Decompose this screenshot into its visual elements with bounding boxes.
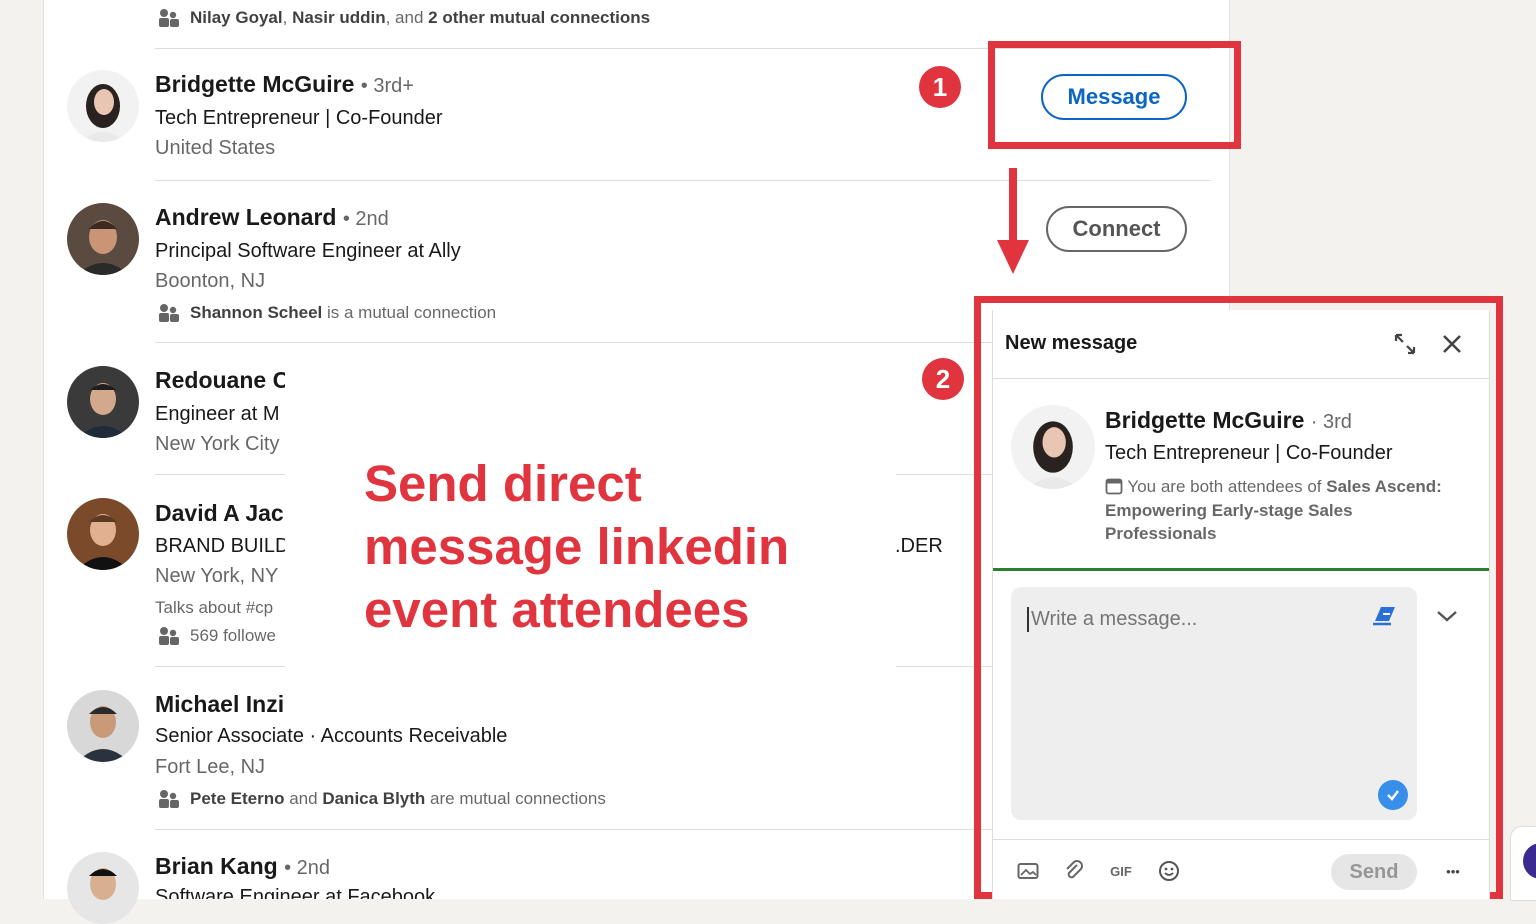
calendar-icon: [1105, 478, 1123, 495]
clipped-profile-text: Redouane C Engineer at M New York City: [155, 366, 285, 462]
person-name[interactable]: Andrew Leonard • 2nd: [155, 204, 389, 231]
person-headline: Software Engineer at Facebook: [155, 886, 436, 899]
person-location: United States: [155, 137, 276, 159]
person-name[interactable]: David A Jac: [155, 500, 284, 527]
person-name[interactable]: Brian Kang • 2nd: [155, 853, 330, 880]
highlight-box-message: [988, 41, 1241, 149]
divider: [155, 666, 285, 667]
chevron-down-icon[interactable]: [1431, 600, 1463, 632]
more-icon[interactable]: •••: [1440, 858, 1466, 884]
person-location: New York, NY: [155, 565, 279, 587]
person-name[interactable]: Michael Inzi: [155, 691, 284, 718]
caption-line: event attendees: [364, 581, 750, 638]
avatar[interactable]: [67, 70, 139, 142]
recipient-avatar[interactable]: [1011, 405, 1095, 489]
extension-icon[interactable]: [1369, 599, 1401, 631]
emoji-icon[interactable]: [1156, 858, 1182, 884]
recipient-name[interactable]: Bridgette McGuire · 3rd: [1105, 407, 1352, 434]
person-headline: Senior Associate · Accounts Receivable: [155, 725, 508, 746]
avatar[interactable]: [67, 690, 139, 762]
shared-event-insight: You are both attendees of Sales Ascend: …: [1105, 477, 1442, 543]
connect-button[interactable]: Connect: [1046, 206, 1187, 252]
image-icon[interactable]: [1015, 858, 1041, 884]
clipped-profile-text: David A Jac BRAND BUILD New York, NY Tal…: [155, 498, 285, 653]
caption-line: Send direct: [364, 455, 642, 512]
new-message-panel: New message Bridgette McGuire · 3rd Tech…: [992, 310, 1490, 899]
avatar[interactable]: [67, 852, 139, 924]
attach-icon[interactable]: [1061, 858, 1087, 884]
mutual-connections-insight: Pete Eterno and Danica Blyth are mutual …: [158, 789, 606, 809]
person-name[interactable]: Redouane C: [155, 367, 285, 394]
people-icon: [159, 9, 179, 27]
people-icon: [159, 790, 179, 808]
person-headline-tail: .DER: [895, 535, 943, 557]
avatar[interactable]: [67, 366, 139, 438]
people-icon: [159, 627, 179, 645]
message-compose-box[interactable]: [1011, 587, 1417, 820]
followers-insight: 569 followe: [158, 626, 276, 646]
divider: [155, 474, 285, 475]
recipient-headline: Tech Entrepreneur | Co-Founder: [1105, 442, 1393, 464]
chat-avatar[interactable]: [1523, 843, 1536, 879]
mutual-connections-insight: Nilay Goyal, Nasir uddin, and 2 other mu…: [158, 8, 650, 28]
clipped-headline: Senior Associate · Accounts Receivable: [155, 722, 535, 746]
caption-line: message linkedin: [364, 518, 790, 575]
recipient-divider: [993, 568, 1489, 571]
compose-toolbar: GIF Send •••: [993, 839, 1489, 900]
expand-icon[interactable]: [1389, 328, 1421, 360]
person-headline: BRAND BUILD: [155, 535, 285, 557]
down-arrow-icon: [997, 168, 1029, 274]
person-name[interactable]: Bridgette McGuire • 3rd+: [155, 71, 414, 98]
caption-overlay: Send direct message linkedin event atten…: [364, 452, 884, 641]
avatar[interactable]: [67, 203, 139, 275]
divider: [155, 180, 1211, 181]
person-location: New York City: [155, 433, 280, 455]
mutual-connections-insight: Shannon Scheel is a mutual connection: [158, 303, 496, 323]
check-icon[interactable]: [1378, 780, 1408, 810]
avatar[interactable]: [67, 498, 139, 570]
people-icon: [159, 304, 179, 322]
person-headline: Tech Entrepreneur | Co-Founder: [155, 107, 443, 129]
clipped-name: Michael Inzi: [155, 690, 285, 720]
step-badge-1: 1: [919, 66, 961, 108]
person-location: Fort Lee, NJ: [155, 756, 266, 778]
chat-bubble-container: [1510, 826, 1536, 901]
person-location: Boonton, NJ: [155, 270, 266, 292]
close-icon[interactable]: [1436, 328, 1468, 360]
message-input[interactable]: [1027, 607, 1363, 632]
gif-icon[interactable]: GIF: [1108, 858, 1134, 884]
panel-header: New message: [993, 310, 1489, 379]
clipped-headline: Software Engineer at Facebook: [155, 886, 475, 899]
talks-about: Talks about #cp: [155, 598, 274, 617]
person-headline: Principal Software Engineer at Ally: [155, 240, 461, 262]
person-headline: Engineer at M: [155, 403, 280, 425]
panel-title: New message: [1005, 332, 1138, 354]
step-badge-2: 2: [922, 358, 964, 400]
send-button[interactable]: Send: [1331, 854, 1417, 890]
